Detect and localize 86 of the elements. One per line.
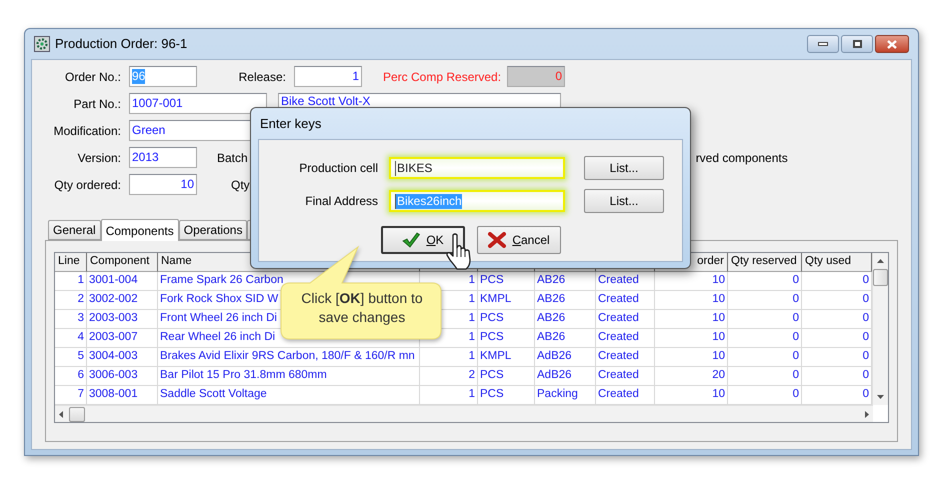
table-cell: 3 [55,310,87,329]
list-button[interactable]: List... [584,156,664,180]
table-cell: 10 [655,310,728,329]
table-cell: Created [596,329,655,348]
input-field[interactable]: 10 [129,174,197,195]
table-cell: 1 [55,272,87,291]
column-header[interactable]: Component [87,253,158,272]
column-header[interactable]: Line [55,253,87,272]
table-cell: AB26 [535,272,596,291]
table-cell: AB26 [535,329,596,348]
table-cell: 0 [728,329,802,348]
list-button[interactable]: List... [584,189,664,213]
table-cell: 0 [728,367,802,386]
table-cell: 3004-003 [87,348,158,367]
minimize-button[interactable] [807,35,839,53]
table-cell: PCS [478,329,535,348]
table-cell: Created [596,310,655,329]
table-cell: 10 [655,272,728,291]
cancel-button[interactable]: Cancel [477,226,561,254]
table-cell: 0 [728,272,802,291]
field-label: Perc Comp Reserved: [383,68,502,86]
table-cell: 0 [728,310,802,329]
field-label: Order No.: [64,68,121,86]
table-cell: Created [596,348,655,367]
cross-icon [488,232,506,248]
ok-button[interactable]: OK [381,226,465,254]
maximize-button[interactable] [841,35,873,53]
table-cell: KMPL [478,348,535,367]
tab[interactable]: Components [100,219,179,241]
table-cell: AdB26 [535,348,596,367]
scroll-left-icon[interactable] [59,410,63,418]
table-cell: PCS [478,367,535,386]
table-cell: 2003-007 [87,329,158,348]
horizontal-scrollbar[interactable] [55,405,873,422]
close-button[interactable] [875,35,909,53]
table-cell: KMPL [478,291,535,310]
table-cell: 3001-004 [87,272,158,291]
input-field[interactable]: 1 [294,66,362,87]
table-cell: AB26 [535,291,596,310]
field-label: Production cell [298,160,378,177]
table-cell: 10 [655,348,728,367]
table-cell: 0 [728,291,802,310]
table-cell: AdB26 [535,367,596,386]
scroll-right-icon[interactable] [865,410,869,418]
gear-icon [34,36,50,52]
table-cell: 3002-002 [87,291,158,310]
window-title: Production Order: 96-1 [55,35,188,54]
field-label: Release: [238,68,286,86]
table-cell: Created [596,272,655,291]
table-cell: Created [596,291,655,310]
field-label: Final Address [304,193,378,210]
table-cell: 1 [420,348,478,367]
table-cell: 2 [55,291,87,310]
field-label: Modification: [52,122,121,140]
scroll-thumb[interactable] [873,269,888,286]
table-cell: AB26 [535,310,596,329]
input-field[interactable]: 2013 [129,147,197,168]
table-cell: Brakes Avid Elixir 9RS Carbon, 180/F & 160/R mn [158,348,420,367]
table-cell: PCS [478,272,535,291]
input-field[interactable]: BIKES [389,157,565,179]
tab[interactable]: Operations [178,220,248,240]
close-icon [887,40,897,48]
table-cell: 20 [655,367,728,386]
field-label: Batch [217,150,248,166]
scroll-thumb[interactable] [69,406,85,422]
table-cell: 10 [655,329,728,348]
field-label: Version: [76,150,121,166]
table-cell: 2 [420,367,478,386]
table-cell: 2003-003 [87,310,158,329]
table-cell: 6 [55,367,87,386]
tab[interactable]: General [48,220,101,240]
table-cell: 0 [728,348,802,367]
field-label: Qty ordered: [53,176,121,194]
column-header[interactable]: Qty reserved [728,253,802,272]
field-label: Qty [231,176,250,194]
table-cell: 3006-003 [87,367,158,386]
table-cell: 5 [55,348,87,367]
checkbox-label: rved components [696,150,788,166]
vertical-scrollbar[interactable] [872,253,888,405]
field-label: Part No.: [72,96,121,112]
table-cell: Bar Pilot 15 Pro 31.8mm 680mm [158,367,420,386]
table-cell: 10 [655,291,728,310]
table-cell: Created [596,367,655,386]
table-cell: 4 [55,329,87,348]
input-field[interactable]: 1007-001 [129,93,267,114]
table-cell: PCS [478,310,535,329]
